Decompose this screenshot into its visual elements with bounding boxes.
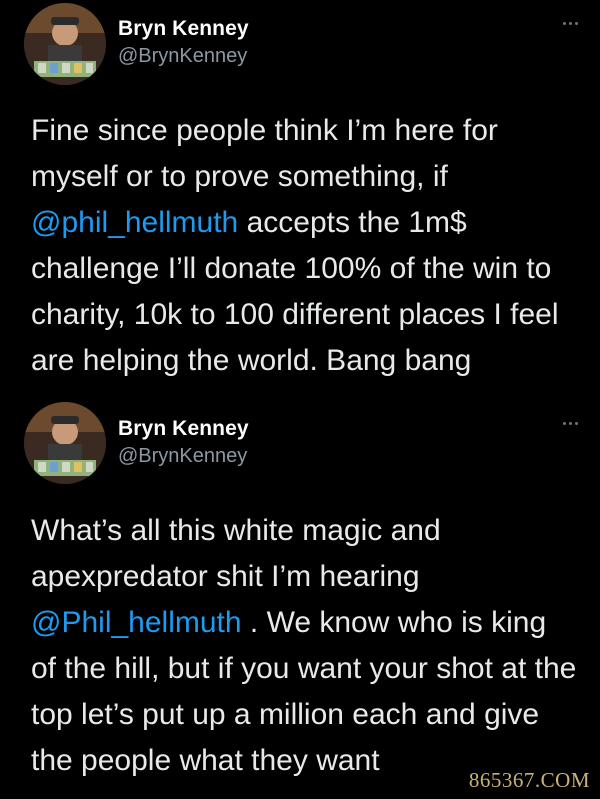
avatar[interactable] [24,3,106,85]
author-handle[interactable]: @BrynKenney [118,445,247,468]
watermark-text: 865367.COM [468,768,590,792]
author-handle[interactable]: @BrynKenney [118,45,247,68]
tweet-text-part: What’s all this white magic and apexpred… [31,514,441,593]
more-horizontal-icon[interactable] [563,422,578,425]
tweet-text: What’s all this white magic and apexpred… [31,508,579,784]
author-name[interactable]: Bryn Kenney [118,17,249,41]
avatar-photo [24,3,106,85]
mention-link[interactable]: @Phil_hellmuth [31,606,242,639]
tweet-text: Fine since people think I’m here for mys… [31,108,579,384]
tweet-text-part: Fine since people think I’m here for mys… [31,114,498,193]
avatar-photo [24,402,106,484]
more-horizontal-icon[interactable] [563,22,578,25]
mention-link[interactable]: @phil_hellmuth [31,206,238,239]
author-name[interactable]: Bryn Kenney [118,417,249,441]
avatar[interactable] [24,402,106,484]
